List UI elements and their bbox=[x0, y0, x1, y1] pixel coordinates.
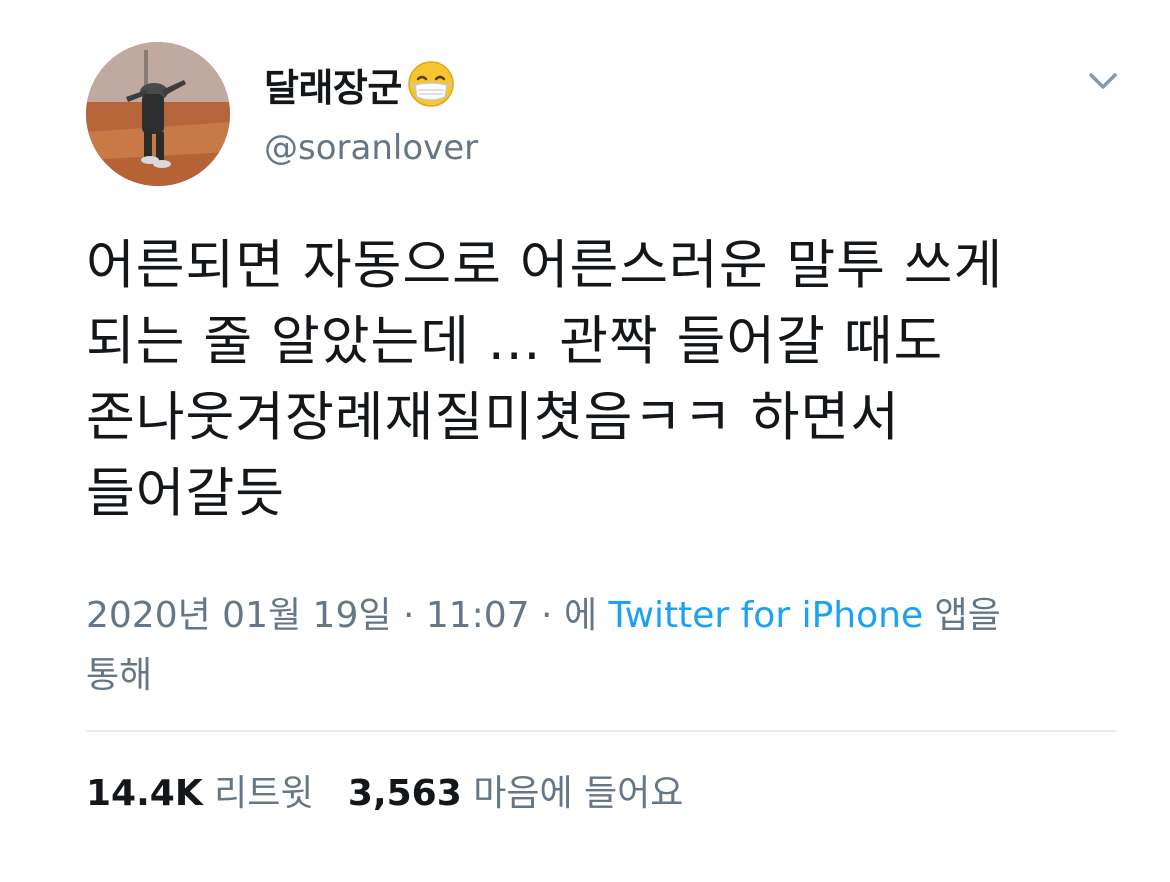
meta-line: 2020년 01월 19일 · 11:07 · 에 Twitter for iP… bbox=[86, 586, 1086, 646]
tweet-date[interactable]: 2020년 01월 19일 bbox=[86, 595, 391, 636]
tweet-text: 어른되면 자동으로 어른스러운 말투 쓰게 되는 줄 알았는데 ... 관짝 들… bbox=[86, 228, 1136, 532]
divider bbox=[86, 730, 1116, 732]
user-handle[interactable]: @soranlover bbox=[264, 128, 478, 168]
retweets-count: 14.4K bbox=[86, 773, 203, 814]
tweet-text-line: 존나웃겨장례재질미쳣음ㅋㅋ 하면서 bbox=[86, 387, 901, 448]
avatar[interactable] bbox=[86, 42, 230, 186]
tweet-meta: 2020년 01월 19일 · 11:07 · 에 Twitter for iP… bbox=[86, 586, 1086, 706]
likes-count: 3,563 bbox=[347, 773, 462, 814]
chevron-down-icon[interactable] bbox=[1086, 66, 1120, 96]
source-prefix: 에 bbox=[563, 595, 598, 636]
source-suffix: 앱을 bbox=[934, 595, 1001, 636]
source-link[interactable]: Twitter for iPhone bbox=[609, 595, 924, 636]
tweet-stats: 14.4K 리트윗 3,563 마음에 들어요 bbox=[86, 766, 683, 822]
likes-stat[interactable]: 3,563 마음에 들어요 bbox=[348, 773, 684, 814]
tweet-card: 달래장군 @soranlover 어른되면 자동으로 어른스러운 말투 쓰게 되… bbox=[0, 0, 1170, 882]
source-suffix: 통해 bbox=[86, 655, 153, 696]
separator-dot: · bbox=[541, 595, 553, 636]
likes-label: 마음에 들어요 bbox=[473, 773, 684, 814]
retweets-stat[interactable]: 14.4K 리트윗 bbox=[86, 773, 325, 814]
separator-dot: · bbox=[402, 595, 415, 636]
tweet-text-line: 어른되면 자동으로 어른스러운 말투 쓰게 bbox=[86, 235, 1004, 296]
tweet-text-line: 되는 줄 알았는데 ... 관짝 들어갈 때도 bbox=[86, 311, 944, 372]
display-name[interactable]: 달래장군 bbox=[264, 57, 402, 112]
mask-emoji-icon bbox=[406, 59, 456, 109]
retweets-label: 리트윗 bbox=[214, 773, 314, 814]
tweet-text-line: 들어갈듯 bbox=[86, 463, 286, 524]
meta-line: 통해 bbox=[86, 646, 1086, 706]
display-name-row[interactable]: 달래장군 bbox=[264, 58, 456, 110]
tweet-time[interactable]: 11:07 bbox=[426, 595, 530, 636]
